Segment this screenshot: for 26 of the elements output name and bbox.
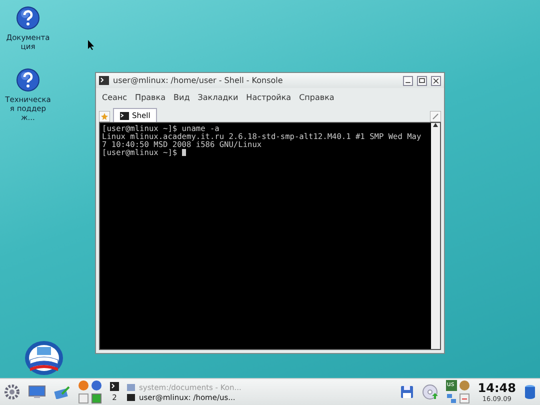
text-cursor [182, 149, 186, 156]
close-icon[interactable] [431, 76, 441, 86]
menu-item[interactable]: Правка [135, 92, 166, 102]
tools-icon[interactable] [54, 385, 70, 399]
clock-time[interactable]: 14:48 [478, 382, 516, 394]
clipboard-icon[interactable] [458, 393, 470, 404]
help-icon[interactable] [16, 68, 40, 92]
terminal-icon [120, 112, 129, 120]
maximize-icon[interactable] [417, 76, 427, 86]
menu-item[interactable]: Вид [174, 92, 190, 102]
menu-item[interactable]: Закладки [198, 92, 238, 102]
network-icon[interactable] [446, 393, 457, 404]
terminal-icon [99, 76, 109, 85]
gear-icon[interactable] [4, 384, 20, 400]
drive-icon[interactable] [524, 384, 536, 400]
monitor-icon[interactable] [28, 385, 46, 399]
menu-item[interactable]: Справка [299, 92, 334, 102]
window-title: user@mlinux: /home/user - Shell - Konsole [113, 76, 284, 85]
menu-item[interactable]: Сеанс [102, 92, 128, 102]
disc-icon[interactable] [422, 384, 438, 400]
menu-item[interactable]: Настройка [246, 92, 292, 102]
mouse-pointer-icon [88, 40, 95, 50]
book-flag-logo [24, 340, 64, 376]
help-icon[interactable] [16, 6, 40, 30]
minimize-icon[interactable] [403, 76, 413, 86]
terminal-icon[interactable] [110, 382, 119, 391]
